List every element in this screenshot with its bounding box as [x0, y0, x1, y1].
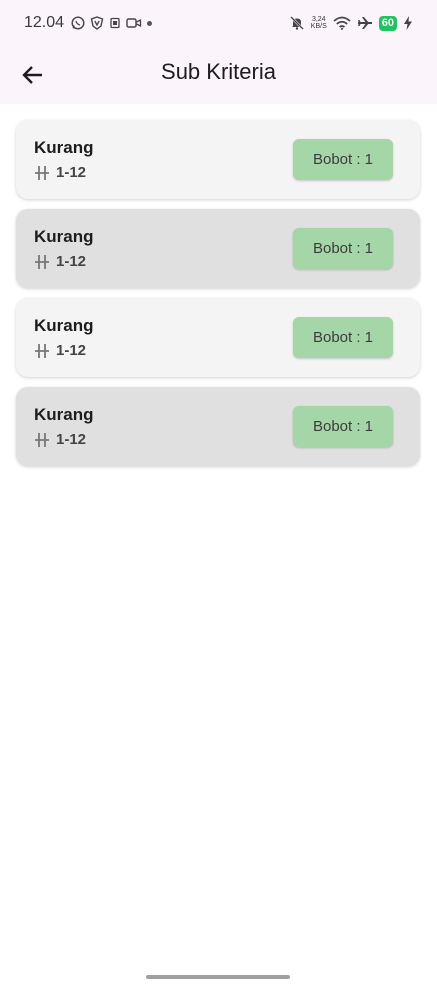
list-item[interactable]: Kurang 1-12 Bobot : 1 [16, 120, 420, 199]
battery-icon: 60 [378, 15, 397, 31]
net-speed-unit: KB/S [310, 23, 327, 30]
bobot-badge: Bobot : 1 [293, 406, 393, 447]
list-item[interactable]: Kurang 1-12 Bobot : 1 [16, 209, 420, 288]
airplane-icon [357, 15, 373, 31]
notification-dot [147, 20, 153, 26]
item-range-text: 1-12 [56, 164, 87, 181]
home-indicator[interactable] [146, 975, 290, 979]
vpn-shield-icon [90, 16, 104, 30]
item-title: Kurang [34, 138, 94, 157]
bell-off-icon [289, 15, 305, 31]
status-bar: 12.04 3,24 KB/S 60 [0, 0, 437, 46]
app-bar: Sub Kriteria [0, 46, 437, 104]
bobot-badge: Bobot : 1 [293, 317, 393, 358]
item-title: Kurang [34, 227, 94, 246]
bobot-badge: Bobot : 1 [293, 228, 393, 269]
item-range-text: 1-12 [56, 253, 87, 270]
status-bar-right: 3,24 KB/S 60 [289, 15, 413, 31]
list-item[interactable]: Kurang 1-12 Bobot : 1 [16, 387, 420, 466]
bobot-badge: Bobot : 1 [293, 139, 393, 180]
range-icon [34, 432, 50, 447]
item-title: Kurang [34, 316, 94, 335]
range-icon [34, 343, 50, 358]
item-range: 1-12 [34, 342, 86, 359]
item-range: 1-12 [34, 431, 86, 448]
range-icon [34, 254, 50, 269]
item-range: 1-12 [34, 253, 86, 270]
charging-bolt-icon [403, 16, 413, 30]
sub-kriteria-list: Kurang 1-12 Bobot : 1 Kurang 1-12 Bobot … [16, 120, 420, 476]
sim-icon [109, 17, 121, 29]
item-range-text: 1-12 [56, 342, 87, 359]
wifi-icon [333, 16, 351, 30]
clock: 12.04 [24, 14, 65, 31]
net-speed: 3,24 KB/S [311, 16, 327, 30]
whatsapp-icon [71, 16, 85, 30]
item-range: 1-12 [34, 164, 86, 181]
status-bar-left: 12.04 [24, 14, 153, 32]
video-icon [126, 17, 142, 29]
net-speed-value: 3,24 [311, 16, 326, 23]
item-title: Kurang [34, 405, 94, 424]
item-range-text: 1-12 [56, 431, 87, 448]
list-item[interactable]: Kurang 1-12 Bobot : 1 [16, 298, 420, 377]
page-title: Sub Kriteria [161, 59, 276, 84]
range-icon [34, 165, 50, 180]
